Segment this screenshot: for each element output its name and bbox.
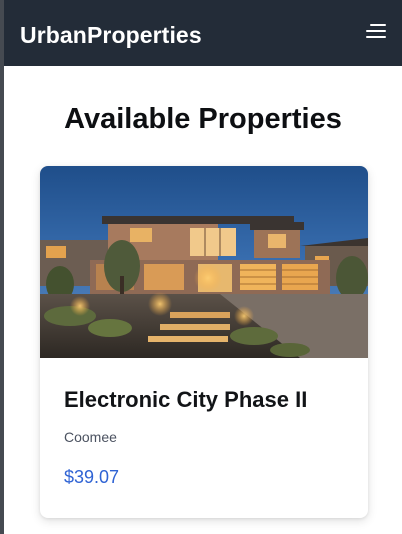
hamburger-menu-icon[interactable] xyxy=(364,22,386,40)
property-title[interactable]: Electronic City Phase II xyxy=(64,385,344,415)
property-card-body: Electronic City Phase II Coomee $39.07 xyxy=(40,385,368,489)
property-image xyxy=(40,166,368,358)
brand-logo[interactable]: UrbanProperties xyxy=(20,22,202,49)
property-location: Coomee xyxy=(64,429,117,445)
property-card[interactable]: Electronic City Phase II Coomee $39.07 xyxy=(40,166,368,518)
page: UrbanProperties Available Properties Ele… xyxy=(4,0,402,534)
navbar: UrbanProperties xyxy=(4,0,402,66)
page-title: Available Properties xyxy=(64,103,342,135)
property-price: $39.07 xyxy=(64,467,120,487)
